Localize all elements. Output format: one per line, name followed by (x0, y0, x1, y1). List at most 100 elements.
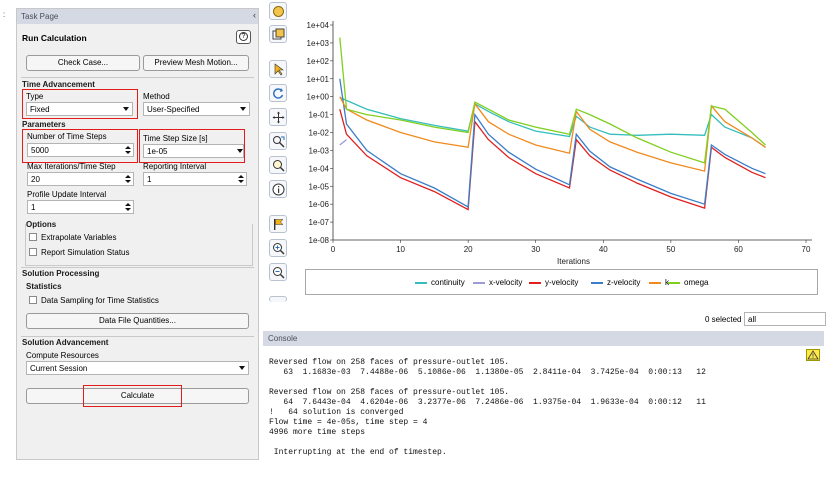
graphics-toolbar (265, 0, 291, 305)
data-sampling-label: Data Sampling for Time Statistics (41, 296, 159, 305)
legend-swatch (473, 281, 485, 284)
x-tick-label: 50 (666, 245, 675, 254)
method-value: User-Specified (147, 105, 200, 114)
zoom-in-icon[interactable] (269, 239, 287, 257)
highlight-box (83, 385, 182, 407)
legend-item-k[interactable]: k (649, 278, 669, 287)
legend-label: z-velocity (607, 278, 641, 287)
y-tick-label: 1e-03 (309, 146, 330, 155)
max-iterations-label: Max Iterations/Time Step (27, 162, 116, 171)
legend-item-omega[interactable]: omega (668, 278, 708, 287)
highlight-box (22, 89, 138, 119)
y-tick-label: 1e-04 (309, 164, 330, 173)
pin-icon[interactable]: ‹ (253, 10, 256, 20)
console-line: Interrupting at the end of timestep. (269, 448, 447, 457)
y-tick-label: 1e-01 (309, 111, 330, 120)
profile-update-input[interactable]: 1 (27, 200, 134, 214)
divider (21, 77, 254, 78)
task-page-header-title: Task Page (21, 12, 59, 21)
legend-item-continuity[interactable]: continuity (415, 278, 465, 287)
divider (21, 336, 254, 337)
rotate-icon[interactable] (269, 84, 287, 102)
selected-count: 0 selected (705, 315, 742, 324)
y-tick-label: 1e-06 (309, 200, 330, 209)
highlight-box (22, 129, 138, 163)
console-line: 4996 more time steps (269, 428, 366, 437)
reporting-interval-label: Reporting Interval (143, 162, 207, 171)
statistics-heading: Statistics (26, 282, 62, 291)
reporting-interval-input[interactable]: 1 (143, 172, 247, 186)
profile-update-value: 1 (31, 203, 36, 212)
console-panel[interactable]: Console Reversed flow on 258 faces of pr… (263, 331, 824, 461)
options-frame-left (25, 224, 26, 266)
legend-item-z-velocity[interactable]: z-velocity (591, 278, 640, 287)
compute-resources-label: Compute Resources (26, 351, 99, 360)
chart-legend: continuity x-velocity y-velocity z-velocity… (305, 269, 818, 295)
method-label: Method (143, 92, 170, 101)
method-dropdown[interactable]: User-Specified (143, 102, 250, 116)
y-tick-label: 1e+03 (307, 39, 330, 48)
zoom-out-icon[interactable] (269, 263, 287, 281)
residuals-plot: 1e-08 1e-07 1e-06 1e-05 1e-04 1e-03 1e-02 1e-01… (300, 8, 824, 308)
preview-mesh-motion-button[interactable]: Preview Mesh Motion... (143, 55, 249, 71)
legend-swatch (591, 281, 603, 284)
legend-swatch (415, 281, 427, 284)
zoom-box-icon[interactable] (269, 132, 287, 150)
report-status-checkbox[interactable] (29, 248, 37, 256)
spin-down-icon[interactable] (125, 180, 131, 183)
task-page-panel: Task Page ‹ Run Calculation ? Check Case… (16, 8, 259, 460)
legend-item-x-velocity[interactable]: x-velocity (473, 278, 522, 287)
spin-down-icon[interactable] (238, 180, 244, 183)
console-line: ! 64 solution is converged (269, 408, 404, 417)
max-iterations-value: 20 (31, 175, 40, 184)
highlight-box (139, 129, 245, 163)
residuals-chart: 1e-08 1e-07 1e-06 1e-05 1e-04 1e-03 1e-02 1e-01… (307, 21, 812, 266)
help-button[interactable]: ? (236, 30, 251, 44)
y-tick-label: 1e-02 (309, 129, 330, 138)
spin-up-icon[interactable] (125, 203, 131, 206)
series-line-continuity (339, 96, 766, 148)
extrapolate-label: Extrapolate Variables (41, 233, 117, 242)
extrapolate-checkbox[interactable] (29, 233, 37, 241)
time-advancement-heading: Time Advancement (22, 80, 95, 89)
toolbar-more-icon[interactable] (269, 296, 287, 302)
zoom-icon[interactable] (269, 156, 287, 174)
copy-window-icon[interactable] (269, 25, 287, 43)
page-title: Run Calculation (22, 33, 87, 43)
legend-label: omega (684, 278, 709, 287)
x-tick-label: 30 (531, 245, 540, 254)
flag-icon[interactable] (269, 215, 287, 233)
spin-up-icon[interactable] (125, 175, 131, 178)
legend-item-y-velocity[interactable]: y-velocity (529, 278, 578, 287)
x-tick-label: 0 (331, 245, 336, 254)
y-tick-label: 1e+00 (307, 93, 330, 102)
options-heading: Options (26, 220, 57, 229)
options-frame-bottom (25, 265, 253, 266)
spin-down-icon[interactable] (125, 208, 131, 211)
console-title: Console (268, 334, 298, 343)
data-sampling-checkbox[interactable] (29, 296, 37, 304)
data-file-quantities-button[interactable]: Data File Quantities... (26, 313, 249, 329)
legend-label: continuity (431, 278, 465, 287)
legend-swatch (529, 281, 541, 284)
x-tick-label: 10 (396, 245, 405, 254)
compute-resources-dropdown[interactable]: Current Session (26, 361, 249, 375)
parameters-heading: Parameters (22, 120, 66, 129)
console-output: Reversed flow on 258 faces of pressure-o… (269, 358, 706, 458)
check-case-button[interactable]: Check Case... (26, 55, 140, 71)
max-iterations-input[interactable]: 20 (27, 172, 134, 186)
console-line: Reversed flow on 258 faces of pressure-o… (269, 358, 510, 367)
display-icon[interactable] (269, 2, 287, 20)
spin-up-icon[interactable] (238, 175, 244, 178)
warning-icon[interactable] (806, 349, 820, 361)
y-tick-label: 1e+01 (307, 75, 330, 84)
pan-icon[interactable] (269, 108, 287, 126)
console-line: Flow time = 4e-05s, time step = 4 (269, 418, 428, 427)
report-status-label: Report Simulation Status (41, 248, 130, 257)
pointer-icon[interactable] (269, 60, 287, 78)
selection-filter-input[interactable]: all (744, 312, 826, 326)
info-icon[interactable] (269, 180, 287, 198)
solution-processing-heading: Solution Processing (22, 269, 100, 278)
